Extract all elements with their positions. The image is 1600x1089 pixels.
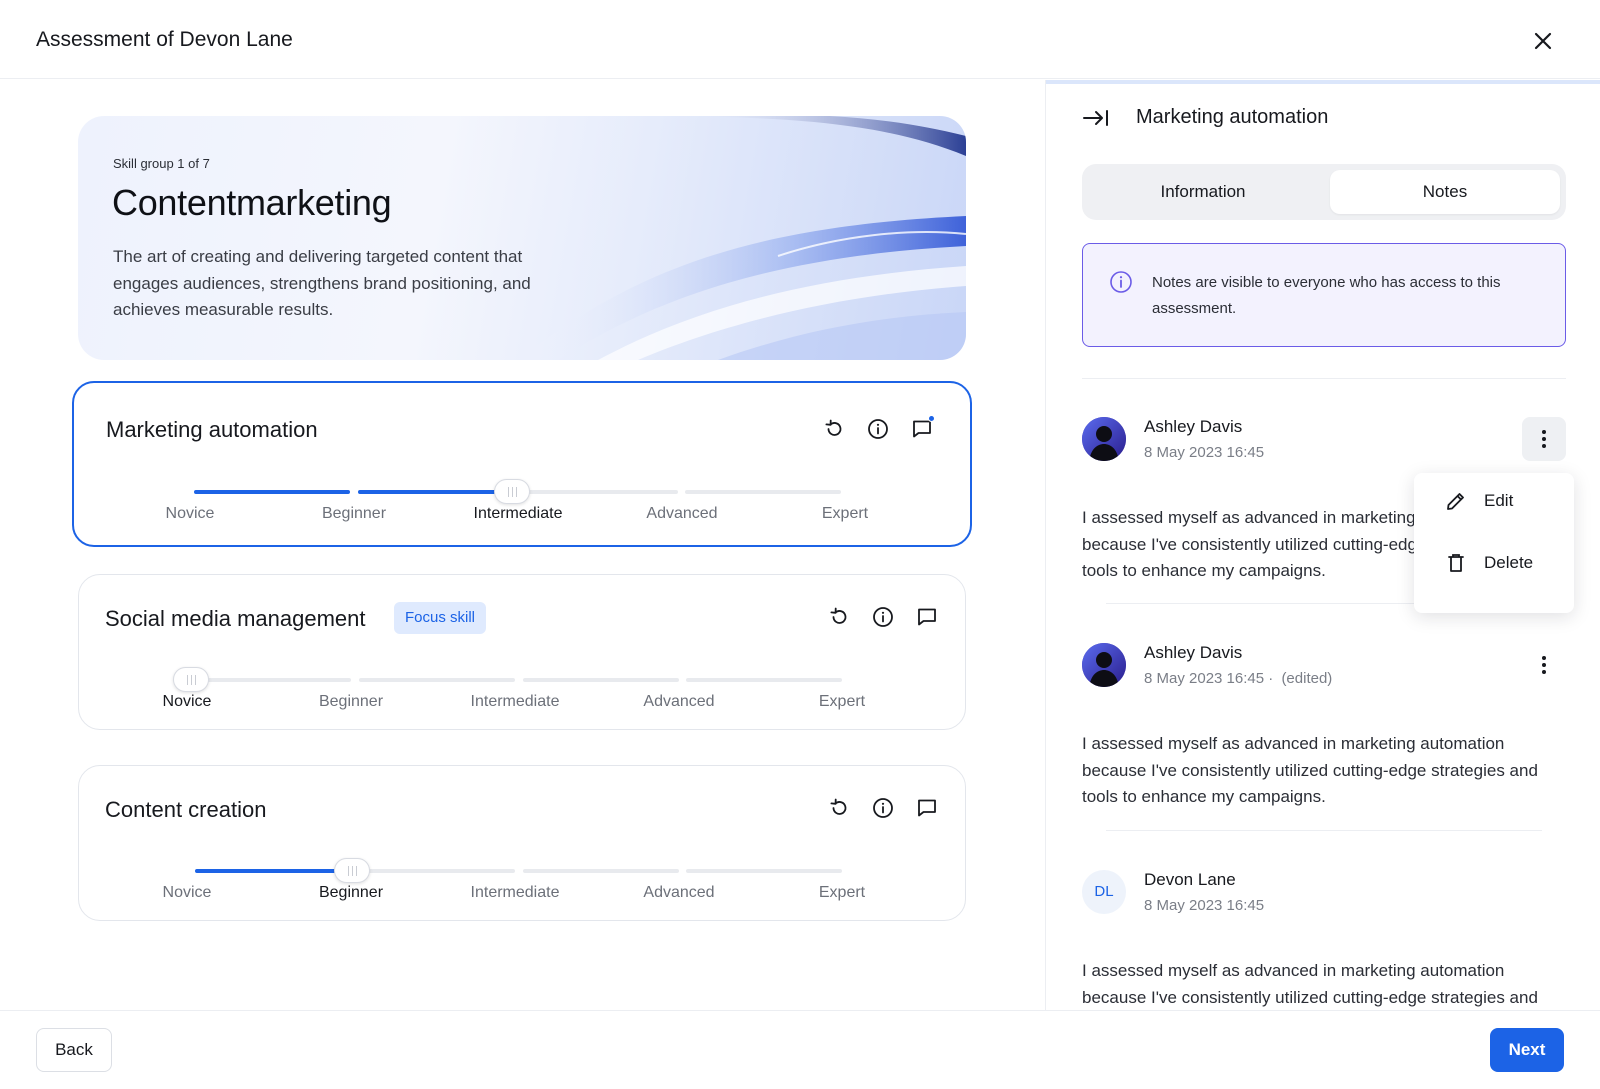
trash-icon xyxy=(1448,554,1464,572)
level-labels: Novice Beginner Intermediate Advanced Ex… xyxy=(135,884,935,904)
level-novice[interactable]: Novice xyxy=(166,505,215,523)
reset-icon[interactable] xyxy=(827,796,851,820)
level-intermediate[interactable]: Intermediate xyxy=(471,693,560,711)
more-options-button[interactable] xyxy=(1522,643,1566,687)
note-date: 8 May 2023 16:45 xyxy=(1144,897,1265,914)
comment-icon[interactable] xyxy=(915,796,939,820)
note-author: Ashley Davis xyxy=(1144,643,1243,662)
note-date: 8 May 2023 16:45 xyxy=(1144,444,1265,461)
skill-group-title: Contentmarketing xyxy=(112,182,392,223)
assessment-main: Skill group 1 of 7 Contentmarketing The … xyxy=(0,80,1045,1010)
footer-bar: Back Next xyxy=(0,1010,1600,1089)
tab-information[interactable]: Information xyxy=(1088,170,1318,214)
skill-group-hero: Skill group 1 of 7 Contentmarketing The … xyxy=(78,116,966,360)
note-body: I assessed myself as advanced in marketi… xyxy=(1082,734,1538,806)
level-novice[interactable]: Novice xyxy=(163,693,212,711)
skill-group-counter: Skill group 1 of 7 xyxy=(113,156,210,171)
menu-item-delete[interactable]: Delete xyxy=(1414,535,1574,591)
level-slider[interactable] xyxy=(173,667,855,692)
more-vertical-icon xyxy=(1542,430,1546,448)
level-novice[interactable]: Novice xyxy=(163,884,212,902)
note-body: I assessed myself as advanced in marketi… xyxy=(1082,961,1538,1007)
panel-title: Marketing automation xyxy=(1136,106,1329,128)
more-options-button[interactable] xyxy=(1522,417,1566,461)
header-bar: Assessment of Devon Lane xyxy=(0,0,1600,79)
comment-icon[interactable] xyxy=(915,605,939,629)
slider-thumb[interactable] xyxy=(334,858,370,883)
info-icon[interactable] xyxy=(871,796,895,820)
comment-icon[interactable] xyxy=(910,415,935,441)
skill-group-description: The art of creating and delivering targe… xyxy=(113,247,531,319)
slider-thumb[interactable] xyxy=(173,667,209,692)
edited-label: (edited) xyxy=(1281,670,1333,687)
reset-icon[interactable] xyxy=(827,605,851,629)
reset-icon[interactable] xyxy=(822,417,846,441)
note-date: 8 May 2023 16:45 · (edited) xyxy=(1144,670,1333,687)
avatar xyxy=(1082,417,1126,461)
level-advanced[interactable]: Advanced xyxy=(643,693,714,711)
skill-card-content-creation[interactable]: Content creation Novice Beginner Interme… xyxy=(78,765,966,921)
note-author: Devon Lane xyxy=(1144,870,1236,889)
level-beginner[interactable]: Beginner xyxy=(322,505,386,523)
level-slider[interactable] xyxy=(194,479,854,504)
close-icon[interactable] xyxy=(1528,26,1558,56)
skill-card-marketing-automation[interactable]: Marketing automation Novice Beginner Int… xyxy=(72,381,972,547)
note-context-menu: Edit Delete xyxy=(1414,473,1574,613)
level-slider[interactable] xyxy=(195,858,855,883)
next-button[interactable]: Next xyxy=(1490,1028,1564,1072)
skill-name: Marketing automation xyxy=(106,417,318,442)
menu-item-edit[interactable]: Edit xyxy=(1414,473,1574,529)
avatar: DL xyxy=(1082,870,1126,914)
unread-indicator xyxy=(928,415,935,422)
pencil-icon xyxy=(1447,493,1464,510)
level-intermediate[interactable]: Intermediate xyxy=(471,884,560,902)
focus-skill-badge: Focus skill xyxy=(394,602,487,634)
skill-card-social-media-management[interactable]: Social media management Focus skill Novi… xyxy=(78,574,966,730)
avatar xyxy=(1082,643,1126,687)
level-advanced[interactable]: Advanced xyxy=(643,884,714,902)
level-expert[interactable]: Expert xyxy=(819,884,865,902)
slider-thumb[interactable] xyxy=(494,479,530,504)
level-labels: Novice Beginner Intermediate Advanced Ex… xyxy=(134,505,934,525)
collapse-panel-icon[interactable] xyxy=(1082,106,1110,130)
note-author: Ashley Davis xyxy=(1144,417,1243,436)
level-intermediate[interactable]: Intermediate xyxy=(474,505,563,523)
page-title: Assessment of Devon Lane xyxy=(36,28,293,51)
level-expert[interactable]: Expert xyxy=(819,693,865,711)
tab-notes[interactable]: Notes xyxy=(1330,170,1560,214)
level-labels: Novice Beginner Intermediate Advanced Ex… xyxy=(135,693,935,713)
skill-name: Social media management xyxy=(105,606,366,631)
skill-name: Content creation xyxy=(105,797,267,822)
panel-tabs: Information Notes xyxy=(1082,164,1566,220)
notice-text: Notes are visible to everyone who has ac… xyxy=(1152,274,1501,317)
level-advanced[interactable]: Advanced xyxy=(646,505,717,523)
info-icon[interactable] xyxy=(871,605,895,629)
visibility-notice: Notes are visible to everyone who has ac… xyxy=(1082,243,1566,347)
more-vertical-icon xyxy=(1542,656,1546,674)
info-icon xyxy=(1110,271,1132,293)
info-icon[interactable] xyxy=(866,417,890,441)
level-expert[interactable]: Expert xyxy=(822,505,868,523)
level-beginner[interactable]: Beginner xyxy=(319,884,383,902)
level-beginner[interactable]: Beginner xyxy=(319,693,383,711)
back-button[interactable]: Back xyxy=(36,1028,112,1072)
